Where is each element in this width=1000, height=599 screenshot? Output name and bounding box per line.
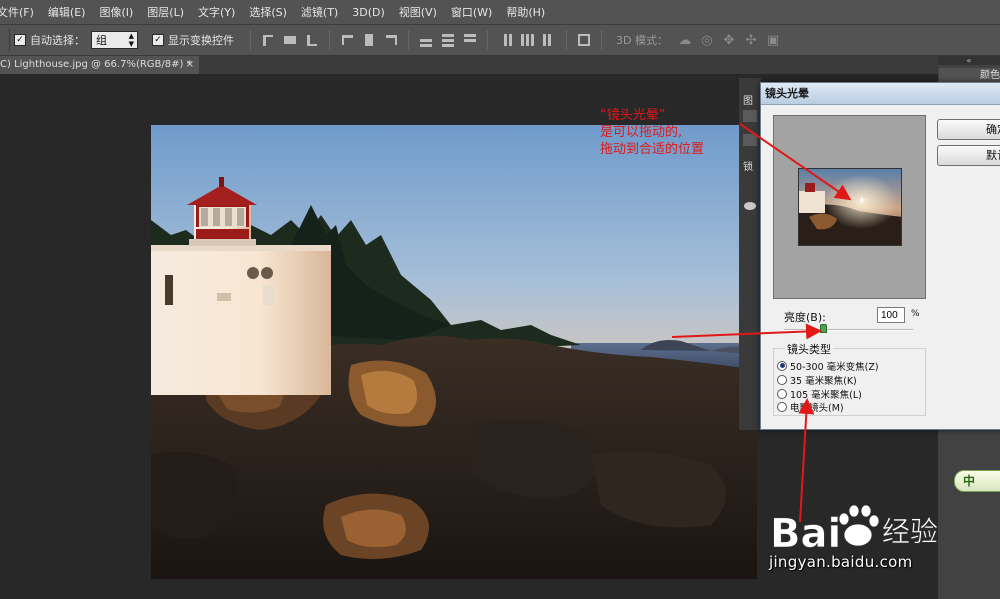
menu-3d[interactable]: 3D(D)	[345, 6, 392, 19]
flare-preview-thumbnail[interactable]	[798, 168, 902, 246]
close-icon[interactable]: ×	[186, 56, 194, 74]
menu-file[interactable]: 文件(F)	[0, 4, 41, 20]
distribute-hcenter-icon[interactable]	[519, 32, 535, 48]
distribute-right-icon[interactable]	[541, 32, 557, 48]
separator	[566, 30, 567, 50]
brightness-label: 亮度(B):	[784, 311, 826, 324]
options-grip	[0, 29, 10, 51]
slide-3d-icon[interactable]: ✣	[743, 32, 759, 48]
distribute-top-icon[interactable]	[418, 32, 434, 48]
lens-50-300-radio[interactable]: 50-300 毫米变焦(Z)	[777, 359, 879, 373]
orbit-3d-icon[interactable]: ☁	[677, 32, 693, 48]
document-tab[interactable]: C) Lighthouse.jpg @ 66.7%(RGB/8#) * ×	[0, 56, 199, 74]
separator	[250, 30, 251, 50]
annotation-line-3: 拖动到合适的位置	[600, 142, 705, 157]
menu-view[interactable]: 视图(V)	[392, 4, 444, 20]
pan-3d-icon[interactable]: ✥	[721, 32, 737, 48]
separator	[329, 30, 330, 50]
radio-icon	[777, 374, 787, 385]
panel-strip-label-2[interactable]: 锁	[743, 158, 753, 173]
flare-center-crosshair-icon[interactable]: +	[858, 196, 866, 206]
annotation-text: “镜头光晕” 是可以拖动的, 拖动到合适的位置	[600, 107, 704, 158]
lens-movie-prime-label: 电影镜头(M)	[790, 402, 844, 414]
align-left-icon[interactable]	[339, 32, 355, 48]
menu-window[interactable]: 窗口(W)	[444, 4, 499, 20]
options-bar: ✓ 自动选择： 组 ▲ ▼ ✓ 显示变换控件 3D 模式： ☁ ◎ ✥ ✣ ▣	[0, 24, 1000, 56]
lens-50-300-label: 50-300 毫米变焦(Z)	[790, 361, 879, 373]
panel-strip: 图 锁	[739, 78, 761, 430]
lighthouse-photo[interactable]	[151, 125, 757, 579]
radio-icon	[777, 388, 787, 399]
auto-select-label: 自动选择：	[30, 34, 85, 47]
lens-105-label: 105 毫米聚焦(L)	[790, 389, 862, 401]
jingyan-logo-text: 经验	[882, 515, 938, 548]
distribute-vcenter-icon[interactable]	[440, 32, 456, 48]
align-top-icon[interactable]	[260, 32, 276, 48]
distribute-bottom-icon[interactable]	[462, 32, 478, 48]
auto-select-value: 组	[96, 34, 107, 47]
lens-flare-dialog: 镜头光晕 + 确 默 亮度(B): 100 % 镜头类型 50-300 毫米变焦…	[760, 82, 1000, 430]
mode-3d-label: 3D 模式：	[616, 34, 668, 47]
lens-movie-prime-radio[interactable]: 电影镜头(M)	[777, 400, 844, 414]
brightness-unit: %	[911, 309, 920, 319]
baidu-logo-text: Bai	[770, 511, 841, 557]
roll-3d-icon[interactable]: ◎	[699, 32, 715, 48]
annotation-line-2: 是可以拖动的,	[600, 125, 683, 140]
eye-icon[interactable]	[744, 202, 756, 210]
document-tab-bar: C) Lighthouse.jpg @ 66.7%(RGB/8#) * ×	[0, 56, 938, 74]
watermark-url: jingyan.baidu.com	[769, 553, 913, 571]
menu-filter[interactable]: 滤镜(T)	[294, 4, 345, 20]
menu-layer[interactable]: 图层(L)	[140, 4, 191, 20]
annotation-line-1: “镜头光晕”	[600, 108, 666, 123]
ime-mode-label: 中	[963, 474, 976, 488]
collapse-panels-icon[interactable]: «	[938, 56, 1000, 65]
align-hcenter-icon[interactable]	[361, 32, 377, 48]
lighthouse-image	[151, 125, 757, 579]
show-transform-checkbox[interactable]: ✓	[152, 34, 164, 46]
ok-button[interactable]: 确定	[937, 119, 1000, 140]
dialog-title: 镜头光晕	[761, 83, 1000, 105]
menu-image[interactable]: 图像(I)	[92, 4, 140, 20]
menu-edit[interactable]: 编辑(E)	[41, 4, 93, 20]
menu-select[interactable]: 选择(S)	[242, 4, 294, 20]
separator	[487, 30, 488, 50]
brightness-slider-track[interactable]	[784, 329, 913, 331]
auto-align-icon[interactable]	[576, 32, 592, 48]
lens-type-title-text: 镜头类型	[785, 341, 833, 357]
brightness-input[interactable]	[877, 307, 905, 323]
panel-strip-button[interactable]	[743, 134, 757, 146]
default-button[interactable]: 默认	[937, 145, 1000, 166]
menu-bar: 文件(F) 编辑(E) 图像(I) 图层(L) 文字(Y) 选择(S) 滤镜(T…	[0, 0, 1000, 24]
panel-strip-search-icon[interactable]	[743, 110, 757, 122]
ime-indicator[interactable]: 中	[954, 470, 1000, 492]
paw-icon	[838, 504, 880, 547]
show-transform-label: 显示变换控件	[168, 34, 234, 47]
auto-select-checkbox[interactable]: ✓	[14, 34, 26, 46]
lens-105-radio[interactable]: 105 毫米聚焦(L)	[777, 387, 862, 401]
chevron-down-icon: ▲ ▼	[128, 32, 134, 48]
brightness-slider-handle[interactable]	[820, 324, 828, 333]
lens-35-label: 35 毫米聚焦(K)	[790, 375, 857, 387]
separator	[601, 30, 602, 50]
distribute-left-icon[interactable]	[497, 32, 513, 48]
thumbnail-image	[799, 169, 901, 245]
auto-select-dropdown[interactable]: 组 ▲ ▼	[91, 31, 138, 49]
align-vcenter-icon[interactable]	[282, 32, 298, 48]
panel-strip-label-1[interactable]: 图	[743, 92, 753, 107]
separator	[408, 30, 409, 50]
menu-help[interactable]: 帮助(H)	[499, 4, 552, 20]
align-right-icon[interactable]	[383, 32, 399, 48]
radio-icon	[777, 401, 787, 412]
radio-selected-icon	[777, 360, 787, 371]
document-tab-title: C) Lighthouse.jpg @ 66.7%(RGB/8#) *	[0, 59, 192, 70]
align-bottom-icon[interactable]	[304, 32, 320, 48]
lens-35-radio[interactable]: 35 毫米聚焦(K)	[777, 373, 857, 387]
scale-3d-icon[interactable]: ▣	[765, 32, 781, 48]
flare-preview: +	[773, 115, 926, 299]
menu-type[interactable]: 文字(Y)	[191, 4, 242, 20]
